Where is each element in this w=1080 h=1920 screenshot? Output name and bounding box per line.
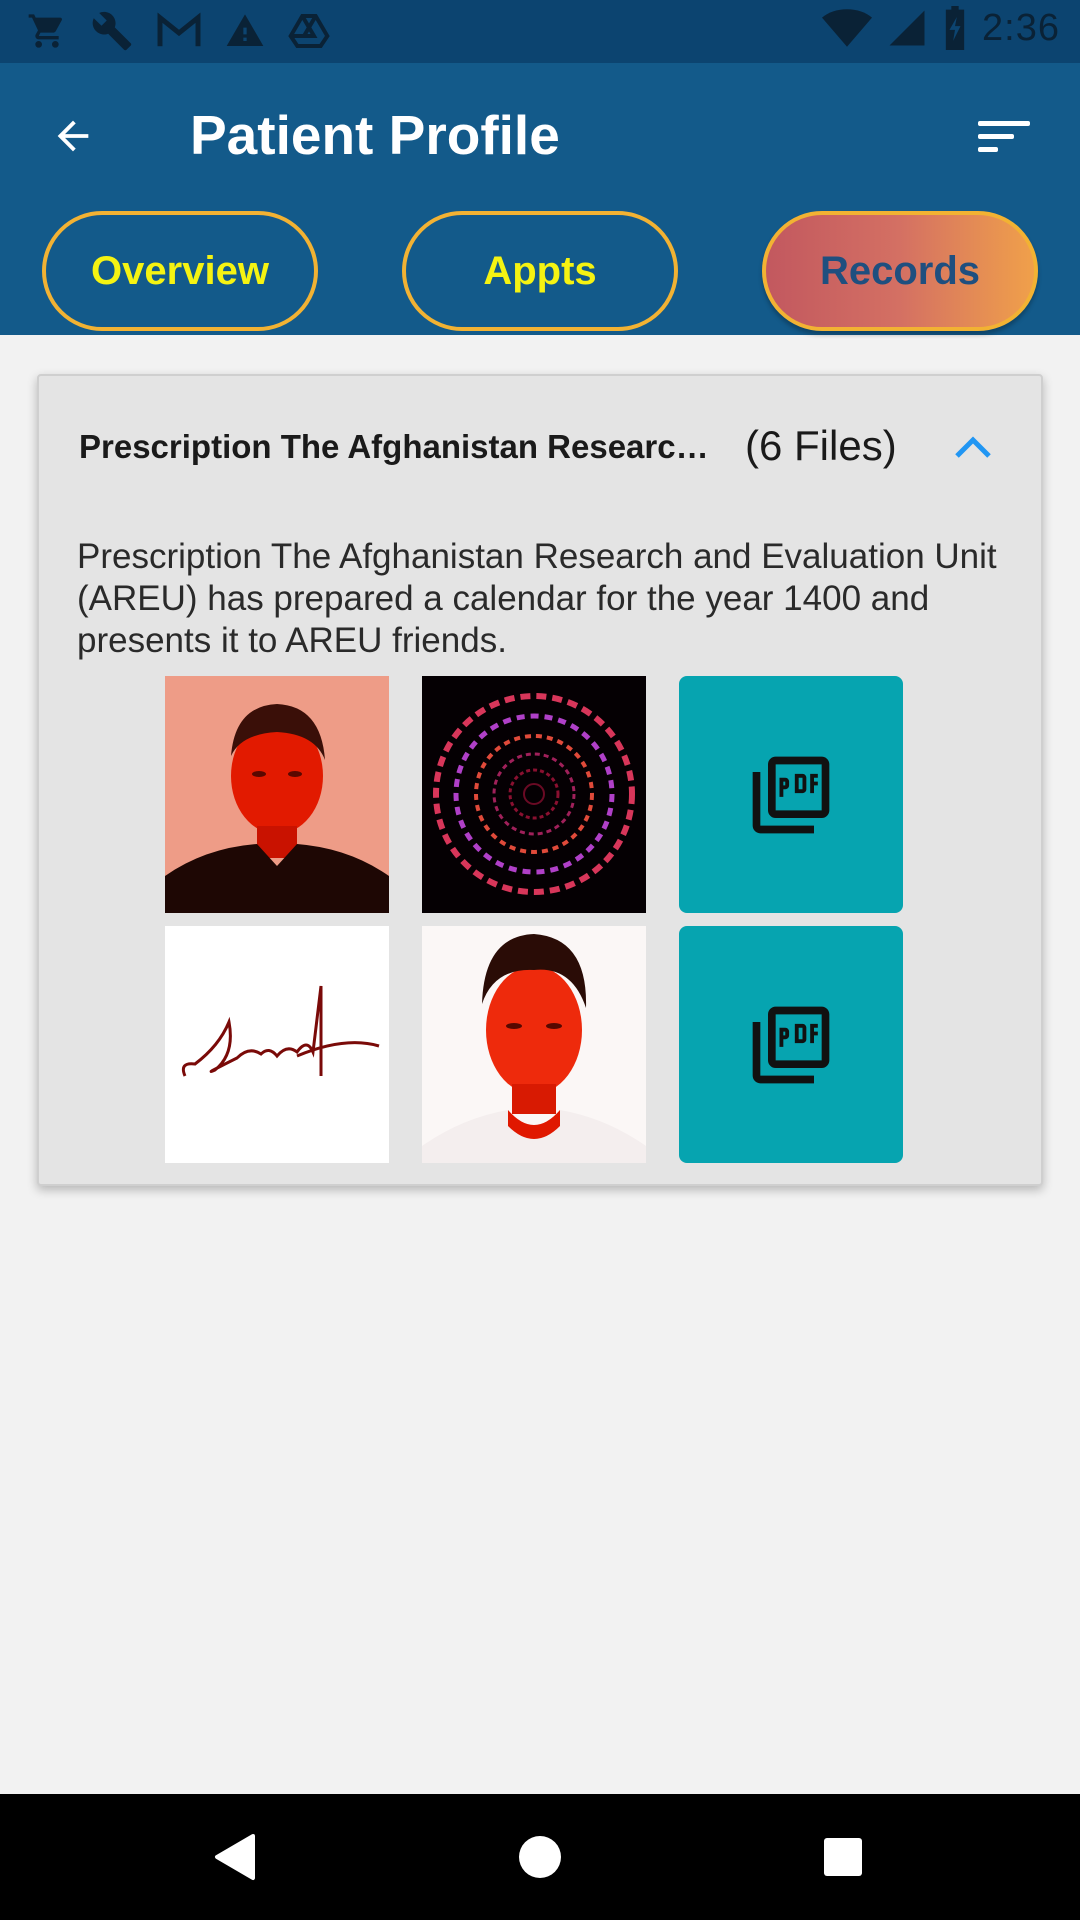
nav-home-button[interactable]: [505, 1824, 575, 1894]
status-bar: 2:36: [0, 0, 1080, 63]
app-bar: Patient Profile Overview Appts Records: [0, 63, 1080, 335]
tab-appts[interactable]: Appts: [402, 211, 678, 331]
pdf-icon: [745, 749, 837, 841]
arrow-left-icon: [48, 113, 98, 164]
drive-icon: [288, 11, 330, 51]
pdf-icon: [745, 999, 837, 1091]
sort-icon: [978, 121, 1034, 161]
gmail-icon: [156, 12, 202, 50]
sort-button[interactable]: [978, 117, 1044, 173]
pdf-file-1[interactable]: [679, 676, 903, 913]
files-count: (6 Files): [745, 422, 897, 469]
wrench-icon: [90, 10, 134, 52]
wifi-icon: [822, 6, 873, 50]
signal-icon: [886, 7, 928, 49]
record-card: Prescription The Afghanistan Research an…: [37, 374, 1043, 1186]
signature-image[interactable]: [165, 926, 389, 1163]
spiral-numbers-image[interactable]: [422, 676, 646, 913]
portrait-photo-1[interactable]: [165, 676, 389, 913]
nav-back-button[interactable]: [200, 1824, 270, 1894]
back-button[interactable]: [40, 105, 106, 171]
home-circle-icon: [517, 1834, 563, 1885]
collapse-button[interactable]: [951, 432, 995, 462]
tab-records[interactable]: Records: [762, 211, 1038, 331]
pdf-file-2[interactable]: [679, 926, 903, 1163]
tab-overview[interactable]: Overview: [42, 211, 318, 331]
cart-icon: [26, 11, 68, 51]
chevron-up-icon: [951, 436, 995, 464]
recents-square-icon: [822, 1836, 864, 1883]
record-title[interactable]: Prescription The Afghanistan Research an…: [79, 428, 719, 466]
record-description: Prescription The Afghanistan Research an…: [77, 537, 997, 660]
page-title: Patient Profile: [190, 104, 560, 166]
back-triangle-icon: [213, 1832, 257, 1887]
warning-icon: [224, 11, 266, 51]
status-time: 2:36: [982, 6, 1060, 49]
navigation-bar: [0, 1794, 1080, 1920]
battery-icon: [942, 6, 968, 50]
nav-recents-button[interactable]: [808, 1824, 878, 1894]
portrait-photo-2[interactable]: [422, 926, 646, 1163]
